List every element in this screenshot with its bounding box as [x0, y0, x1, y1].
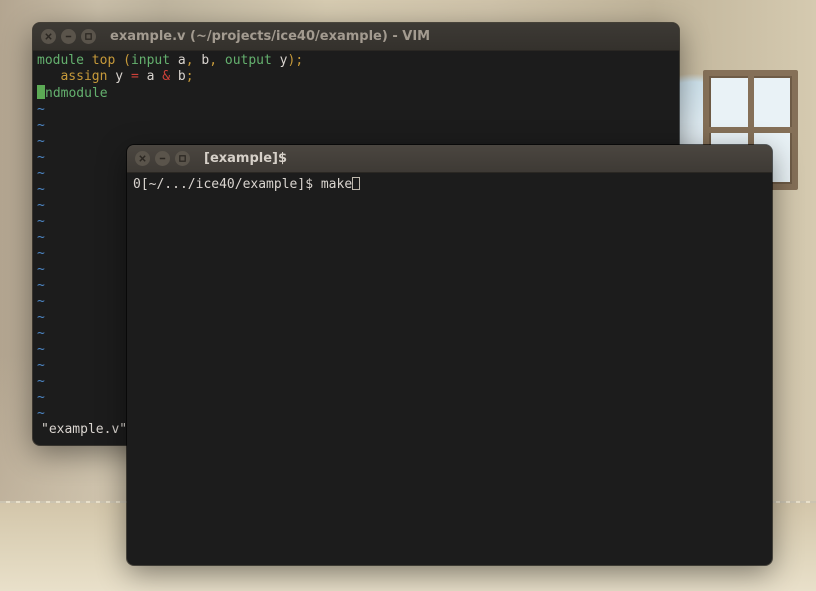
terminal-prompt-suffix: ]$ [297, 177, 320, 192]
maximize-icon[interactable] [81, 29, 96, 44]
minimize-icon[interactable] [61, 29, 76, 44]
syntax-ident: y [280, 53, 288, 68]
vim-empty-line: ~ [37, 374, 45, 389]
vim-empty-line: ~ [37, 134, 45, 149]
syntax-keyword: ndmodule [45, 86, 108, 101]
syntax-comma: , [209, 53, 217, 68]
terminal-cursor [352, 177, 360, 190]
maximize-icon[interactable] [175, 151, 190, 166]
vim-empty-line: ~ [37, 166, 45, 181]
vim-empty-line: ~ [37, 198, 45, 213]
terminal-prompt-prefix: 0[ [133, 177, 149, 192]
vim-empty-line: ~ [37, 230, 45, 245]
close-icon[interactable] [41, 29, 56, 44]
syntax-ident: b [178, 69, 186, 84]
syntax-keyword: assign [60, 69, 107, 84]
vim-cursor [37, 85, 45, 99]
syntax-op: = [131, 69, 139, 84]
vim-window-title: example.v (~/projects/ice40/example) - V… [110, 29, 430, 44]
vim-empty-line: ~ [37, 406, 45, 421]
vim-empty-line: ~ [37, 246, 45, 261]
terminal-window[interactable]: [example]$ 0[~/.../ice40/example]$ make [127, 145, 772, 565]
syntax-ident: y [115, 69, 123, 84]
vim-empty-line: ~ [37, 150, 45, 165]
vim-empty-line: ~ [37, 294, 45, 309]
syntax-keyword: input [131, 53, 170, 68]
vim-empty-line: ~ [37, 262, 45, 277]
code-indent [37, 69, 60, 84]
syntax-paren: ); [288, 53, 304, 68]
terminal-window-title: [example]$ [204, 151, 287, 166]
vim-window-controls [41, 29, 96, 44]
vim-empty-line: ~ [37, 214, 45, 229]
terminal-command: make [321, 177, 352, 192]
vim-titlebar[interactable]: example.v (~/projects/ice40/example) - V… [33, 23, 679, 51]
vim-empty-line: ~ [37, 326, 45, 341]
syntax-comma: , [186, 53, 194, 68]
minimize-icon[interactable] [155, 151, 170, 166]
vim-empty-line: ~ [37, 182, 45, 197]
terminal-titlebar[interactable]: [example]$ [127, 145, 772, 173]
vim-empty-line: ~ [37, 118, 45, 133]
close-icon[interactable] [135, 151, 150, 166]
vim-empty-line: ~ [37, 310, 45, 325]
vim-empty-line: ~ [37, 278, 45, 293]
syntax-ident: a [147, 69, 155, 84]
syntax-paren: ( [123, 53, 131, 68]
terminal-window-controls [135, 151, 190, 166]
syntax-keyword: module [37, 53, 84, 68]
vim-empty-line: ~ [37, 102, 45, 117]
syntax-semi: ; [186, 69, 194, 84]
vim-empty-line: ~ [37, 358, 45, 373]
syntax-op: & [162, 69, 170, 84]
vim-status-line: "example.v" [37, 422, 127, 437]
syntax-ident: top [92, 53, 115, 68]
vim-empty-line: ~ [37, 390, 45, 405]
vim-empty-line: ~ [37, 342, 45, 357]
syntax-ident: a [178, 53, 186, 68]
syntax-keyword: output [225, 53, 272, 68]
terminal-prompt-path: ~/.../ice40/example [149, 177, 298, 192]
terminal-body[interactable]: 0[~/.../ice40/example]$ make [127, 173, 772, 197]
